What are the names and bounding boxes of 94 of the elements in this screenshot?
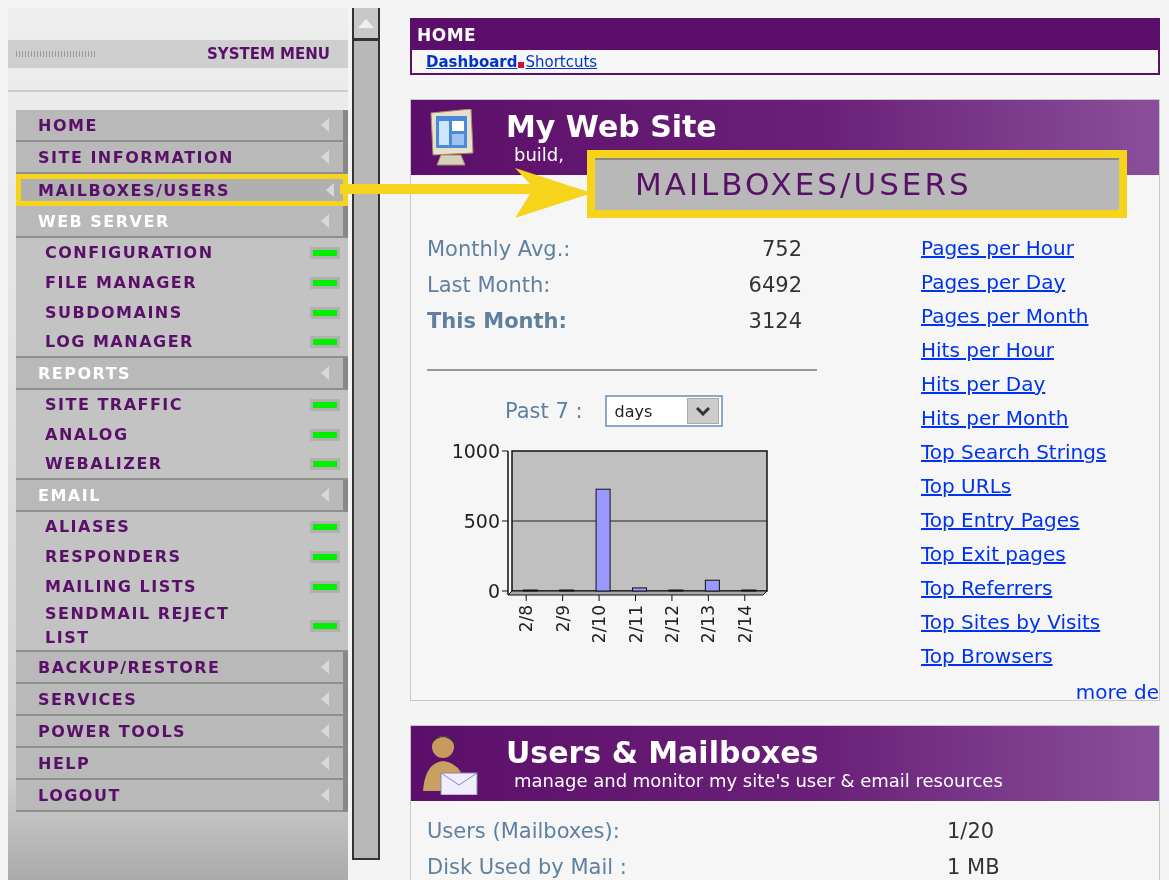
report-link[interactable]: Top Referrers [921, 571, 1159, 605]
menu-item[interactable]: BACKUP/RESTORE [16, 652, 348, 684]
menu-item[interactable]: SITE INFORMATION [16, 142, 348, 174]
status-indicator [310, 521, 340, 533]
caret-icon [321, 692, 329, 706]
tab[interactable]: Dashboard [426, 53, 518, 71]
chart-bar [632, 587, 647, 592]
menu-item[interactable]: ALIASES [16, 512, 348, 542]
report-link[interactable]: Top Entry Pages [921, 503, 1159, 537]
menu-item[interactable]: MAILBOXES/USERS [16, 174, 348, 206]
status-indicator [310, 399, 340, 411]
status-indicator [310, 336, 340, 348]
stat-value: 6492 [748, 273, 802, 297]
menu-item[interactable]: WEBALIZER [16, 450, 348, 480]
chart-bar [559, 589, 575, 592]
caret-icon [321, 488, 329, 502]
card-subtitle: build, [514, 144, 565, 165]
report-link[interactable]: Hits per Hour [921, 333, 1159, 367]
tick-label: 0 [487, 580, 500, 602]
caret-icon [321, 788, 329, 802]
menu-item[interactable]: SITE TRAFFIC [16, 390, 348, 420]
report-link[interactable]: Hits per Month [921, 401, 1159, 435]
card-title: Users & Mailboxes [506, 736, 820, 770]
caret-icon [321, 660, 329, 674]
menu-item[interactable]: ANALOG [16, 420, 348, 450]
menu-item[interactable]: POWER TOOLS [16, 716, 348, 748]
tick-label: 500 [463, 510, 500, 532]
tab[interactable]: Shortcuts [525, 53, 598, 71]
caret-icon [321, 366, 329, 380]
report-link[interactable]: Top Exit pages [921, 537, 1159, 571]
report-link[interactable]: Top Browsers [921, 639, 1159, 673]
report-link[interactable]: Top URLs [921, 469, 1159, 503]
chart-bar [704, 579, 720, 592]
info-value: 1 MB [947, 855, 1000, 879]
chart-bar [741, 589, 757, 592]
range-label: Past 7 : [505, 399, 583, 423]
caret-icon [326, 183, 334, 197]
report-link[interactable]: Top Search Strings [921, 435, 1159, 469]
range-dropdown[interactable]: days [604, 395, 723, 427]
more-link[interactable]: more de [1075, 675, 1159, 700]
menu-item[interactable]: SERVICES [16, 684, 348, 716]
stat-label: This Month: [427, 309, 567, 333]
status-indicator [310, 581, 340, 593]
menu-item[interactable]: MAILING LISTS [16, 572, 348, 602]
info-label: Disk Used by Mail : [427, 855, 628, 879]
chart-bar [522, 589, 538, 592]
menu-title: SYSTEM MENU [207, 45, 330, 63]
report-link[interactable]: Hits per Day [921, 367, 1159, 401]
report-link[interactable]: Pages per Day [921, 265, 1159, 299]
status-indicator [310, 247, 340, 259]
menu-item[interactable]: FILE MANAGER [16, 268, 348, 298]
menu-item[interactable]: HELP [16, 748, 348, 780]
category-label: 2/12 [661, 605, 682, 644]
status-indicator [310, 277, 340, 289]
menu-item[interactable]: SUBDOMAINS [16, 298, 348, 328]
menu-item[interactable]: LOGOUT [16, 780, 348, 812]
card-title: My Web Site [506, 110, 717, 144]
status-indicator [310, 551, 340, 563]
status-indicator [310, 307, 340, 319]
category-label: 2/11 [625, 605, 646, 644]
tick-label: 1000 [451, 440, 500, 462]
caret-icon [321, 118, 329, 132]
chart-bar [668, 589, 684, 592]
menu-item[interactable]: CONFIGURATION [16, 238, 348, 268]
category-label: 2/14 [734, 605, 755, 644]
card-subtitle: manage and monitor my site's user & email resources [514, 770, 1003, 791]
status-indicator [310, 458, 340, 470]
category-label: 2/13 [698, 605, 719, 644]
caret-icon [321, 214, 329, 228]
menu-item[interactable]: HOME [16, 110, 348, 142]
status-indicator [310, 620, 340, 632]
category-label: 2/9 [552, 605, 573, 633]
report-link[interactable]: Pages per Month [921, 299, 1159, 333]
page-title: HOME [412, 20, 1158, 50]
report-link[interactable]: Top Sites by Visits [921, 605, 1159, 639]
chevron-down-icon [695, 406, 710, 416]
report-link[interactable]: Pages per Hour [921, 231, 1159, 265]
info-value: 1/20 [947, 819, 995, 843]
caret-icon [321, 150, 329, 164]
caret-icon [321, 756, 329, 770]
stat-value: 752 [761, 237, 802, 261]
status-indicator [310, 429, 340, 441]
category-label: 2/8 [516, 605, 537, 633]
menu-item[interactable]: LOG MANAGER [16, 328, 348, 358]
callout-label: MAILBOXES/USERS [587, 150, 1127, 218]
menu-item[interactable]: SENDMAIL REJECT LIST [16, 602, 348, 652]
stat-label: Last Month: [427, 273, 551, 297]
info-label: Users (Mailboxes): [427, 819, 621, 843]
stat-value: 3124 [748, 309, 802, 333]
menu-item[interactable]: RESPONDERS [16, 542, 348, 572]
stat-label: Monthly Avg.: [427, 237, 571, 261]
scrollbar[interactable] [352, 8, 380, 860]
category-label: 2/10 [589, 605, 610, 644]
caret-icon [321, 724, 329, 738]
